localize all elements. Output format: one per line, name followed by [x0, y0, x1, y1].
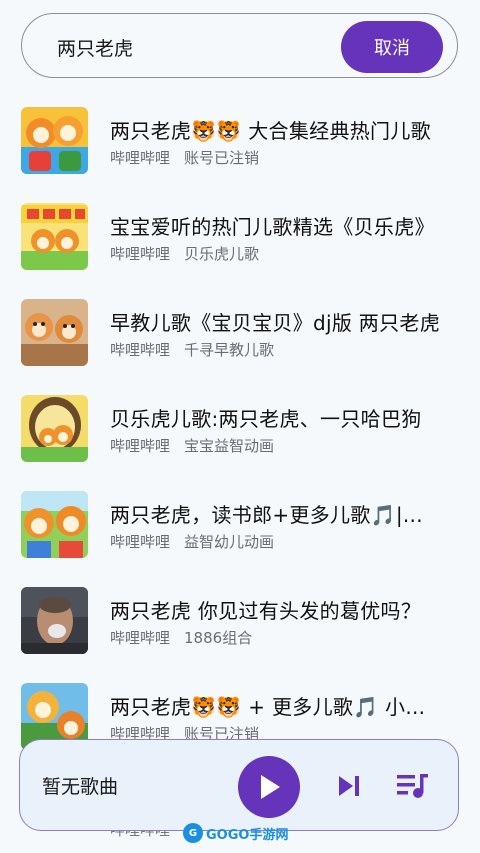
song-source: 哔哩哔哩 — [110, 341, 171, 359]
search-bar: 取消 — [21, 13, 458, 78]
music-search-page: 取消 两只老虎🐯🐯 大合集经典热门儿歌 哔哩哔哩账号已注销 — [0, 0, 480, 853]
song-subtitle: 哔哩哔哩 账号已注销 — [110, 147, 259, 168]
song-artist: 千寻早教儿歌 — [184, 341, 275, 359]
song-item[interactable]: 两只老虎🐯🐯 大合集经典热门儿歌 哔哩哔哩 账号已注销 — [0, 95, 480, 191]
song-thumbnail — [21, 203, 88, 270]
song-source: 哔哩哔哩 — [110, 629, 171, 647]
song-thumbnail — [21, 299, 88, 366]
song-subtitle: 哔哩哔哩 贝乐虎儿歌 — [110, 243, 259, 264]
watermark-text: GOGO手游网 — [206, 827, 289, 843]
song-thumbnail — [21, 395, 88, 462]
song-title: 两只老虎🐯🐯 大合集经典热门儿歌 — [110, 119, 431, 143]
song-title: 早教儿歌《宝贝宝贝》dj版 两只老虎 — [110, 311, 441, 335]
song-artist: 贝乐虎儿歌 — [184, 245, 260, 263]
song-artist: 宝宝益智动画 — [184, 437, 275, 455]
song-item[interactable]: 贝乐虎儿歌:两只老虎、一只哈巴狗 哔哩哔哩 宝宝益智动画 — [0, 383, 480, 479]
song-artist: 账号已注销 — [184, 149, 260, 167]
song-thumbnail — [21, 587, 88, 654]
song-item[interactable]: 早教儿歌《宝贝宝贝》dj版 两只老虎 哔哩哔哩 千寻早教儿歌 — [0, 287, 480, 383]
song-title: 贝乐虎儿歌:两只老虎、一只哈巴狗 — [110, 407, 422, 431]
song-source: 哔哩哔哩 — [110, 533, 171, 551]
watermark-logo: G GOGO手游网 — [183, 820, 288, 846]
song-item[interactable]: 两只老虎，读书郎+更多儿歌🎵|... 哔哩哔哩 益智幼儿动画 — [0, 479, 480, 575]
queue-music-icon[interactable] — [396, 772, 430, 800]
search-input[interactable] — [57, 33, 327, 61]
song-artist: 益智幼儿动画 — [184, 533, 275, 551]
song-title: 两只老虎 你见过有头发的葛优吗？ — [110, 599, 422, 623]
skip-next-icon[interactable] — [336, 773, 362, 799]
song-subtitle: 哔哩哔哩 宝宝益智动画 — [110, 435, 274, 456]
song-subtitle: 哔哩哔哩 益智幼儿动画 — [110, 531, 274, 552]
song-source: 哔哩哔哩 — [110, 149, 171, 167]
song-title: 宝宝爱听的热门儿歌精选《贝乐虎》 — [110, 215, 435, 239]
mini-player: 暂无歌曲 — [19, 739, 459, 831]
song-thumbnail — [21, 491, 88, 558]
song-title: 两只老虎🐯🐯 + 更多儿歌🎵 小... — [110, 695, 426, 719]
play-icon — [261, 775, 280, 799]
now-playing-title: 暂无歌曲 — [42, 776, 119, 798]
play-button[interactable] — [238, 756, 300, 818]
song-subtitle: 哔哩哔哩 1886组合 — [110, 627, 252, 648]
watermark-badge-icon: G — [183, 823, 203, 843]
song-item[interactable]: 宝宝爱听的热门儿歌精选《贝乐虎》 哔哩哔哩 贝乐虎儿歌 — [0, 191, 480, 287]
song-source: 哔哩哔哩 — [110, 437, 171, 455]
song-item[interactable]: 两只老虎 你见过有头发的葛优吗？ 哔哩哔哩 1886组合 — [0, 575, 480, 671]
cancel-button[interactable]: 取消 — [341, 21, 443, 73]
song-thumbnail — [21, 107, 88, 174]
song-artist: 1886组合 — [184, 629, 253, 647]
song-subtitle: 哔哩哔哩 千寻早教儿歌 — [110, 339, 274, 360]
song-title: 两只老虎，读书郎+更多儿歌🎵|... — [110, 503, 423, 527]
song-source: 哔哩哔哩 — [110, 245, 171, 263]
